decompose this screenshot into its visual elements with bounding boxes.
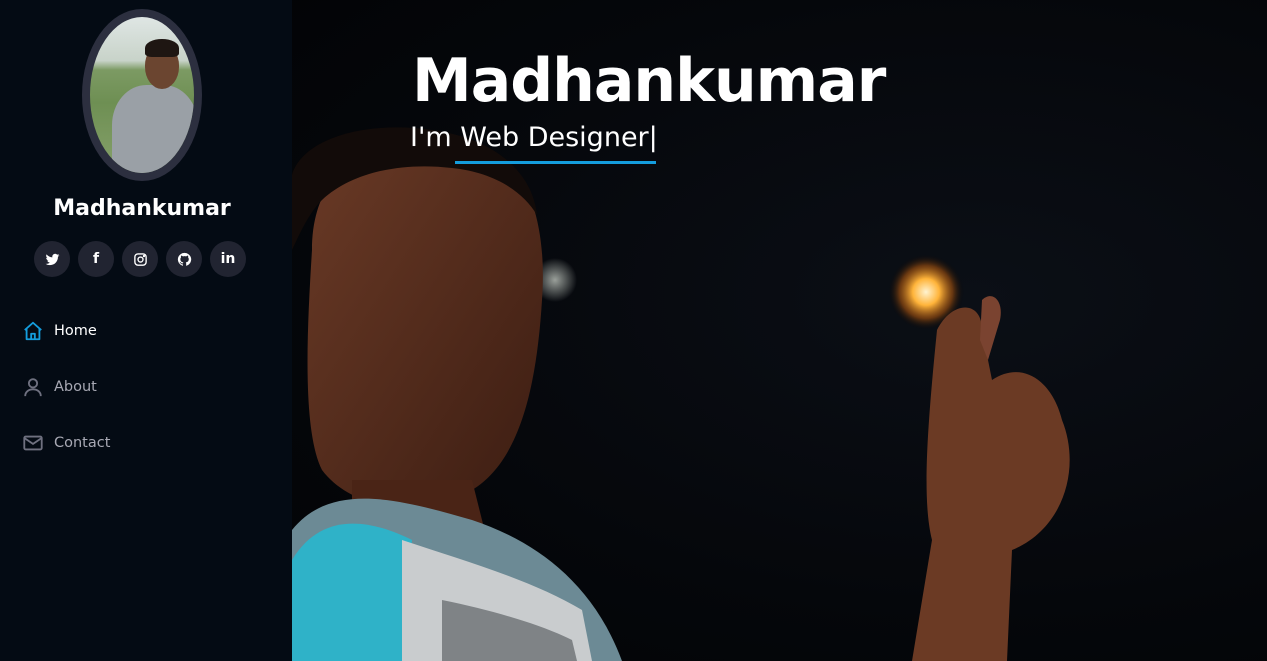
sidebar: Madhankumar f in Home About Contact <box>0 0 292 661</box>
profile-name: Madhankumar <box>53 196 231 221</box>
hero-title: Madhankumar <box>412 46 886 116</box>
linkedin-icon: in <box>220 251 236 267</box>
nav-item-about[interactable]: About <box>22 370 110 404</box>
github-link[interactable] <box>166 241 202 277</box>
envelope-icon <box>22 432 44 454</box>
nav-item-label: Home <box>54 323 97 339</box>
linkedin-link[interactable]: in <box>210 241 246 277</box>
github-icon <box>177 252 191 266</box>
nav-item-home[interactable]: Home <box>22 314 110 348</box>
nav-item-label: About <box>54 379 97 395</box>
hero-subtitle: I'm Web Designer| <box>410 122 658 153</box>
nav-menu: Home About Contact <box>22 314 110 482</box>
hero-section: Madhankumar I'm Web Designer| <box>292 0 1267 661</box>
typed-text: I'm Web Designer <box>410 122 649 153</box>
nav-item-contact[interactable]: Contact <box>22 426 110 460</box>
twitter-link[interactable] <box>34 241 70 277</box>
subtitle-underline <box>455 161 656 164</box>
instagram-icon <box>133 252 147 266</box>
instagram-link[interactable] <box>122 241 158 277</box>
social-links: f in <box>34 241 246 277</box>
typed-cursor: | <box>648 122 658 153</box>
facebook-link[interactable]: f <box>78 241 114 277</box>
person-icon <box>22 376 44 398</box>
home-icon <box>22 320 44 342</box>
profile-photo <box>90 17 194 173</box>
twitter-icon <box>45 253 59 265</box>
nav-item-label: Contact <box>54 435 111 451</box>
facebook-icon: f <box>92 251 100 267</box>
avatar <box>82 9 202 181</box>
